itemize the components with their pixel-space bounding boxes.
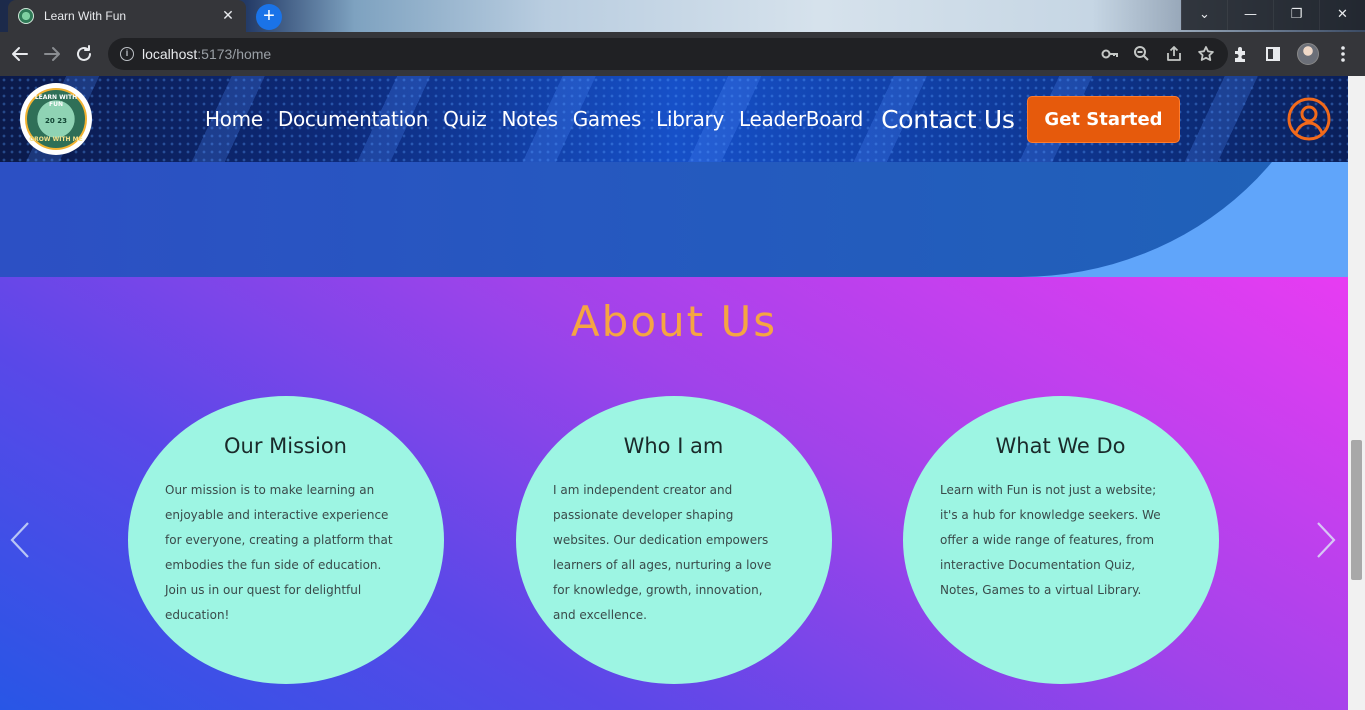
site-logo[interactable]: LEARN WITH FUN 20 23 GROW WITH ME <box>20 83 92 155</box>
hero-section-bottom <box>0 162 1348 277</box>
back-icon[interactable] <box>4 38 36 70</box>
nav-library[interactable]: Library <box>656 107 724 131</box>
browser-tab-strip: Learn With Fun ✕ + ⌄ — ❐ ✕ <box>0 0 1365 32</box>
card-text: Learn with Fun is not just a website; it… <box>940 483 1161 597</box>
page-viewport: LEARN WITH FUN 20 23 GROW WITH ME Home D… <box>0 76 1348 710</box>
extensions-icon[interactable] <box>1225 38 1257 70</box>
get-started-button[interactable]: Get Started <box>1027 96 1180 143</box>
logo-badge: LEARN WITH FUN 20 23 GROW WITH ME <box>25 88 87 150</box>
card-title: Our Mission <box>224 434 347 458</box>
nav-leaderboard[interactable]: LeaderBoard <box>739 107 863 131</box>
carousel-next-arrow-icon[interactable] <box>1314 520 1338 560</box>
address-bar[interactable]: i localhost:5173/home <box>108 38 1228 70</box>
browser-toolbar: i localhost:5173/home <box>0 32 1365 76</box>
about-title: About Us <box>570 297 778 346</box>
card-text: I am independent creator and passionate … <box>553 483 772 622</box>
logo-bottom-text: GROW WITH ME <box>29 136 83 143</box>
close-tab-icon[interactable]: ✕ <box>220 8 236 24</box>
nav-notes[interactable]: Notes <box>501 107 558 131</box>
key-icon[interactable] <box>1094 38 1126 70</box>
bookmark-star-icon[interactable] <box>1190 38 1222 70</box>
hero-curve <box>0 162 1340 277</box>
nav-games[interactable]: Games <box>573 107 642 131</box>
logo-year: 20 23 <box>45 117 67 125</box>
site-info-icon[interactable]: i <box>120 47 134 61</box>
tab-search-button[interactable]: ⌄ <box>1181 0 1227 30</box>
minimize-button[interactable]: — <box>1227 0 1273 30</box>
nav-home[interactable]: Home <box>205 107 263 131</box>
about-card-what: What We Do Learn with Fun is not just a … <box>903 396 1219 684</box>
logo-top-text: LEARN WITH FUN <box>34 94 78 108</box>
site-navbar: LEARN WITH FUN 20 23 GROW WITH ME Home D… <box>0 76 1348 162</box>
reload-icon[interactable] <box>68 38 100 70</box>
scrollbar-thumb[interactable] <box>1351 440 1362 580</box>
page-scrollbar[interactable] <box>1348 76 1365 710</box>
nav-quiz[interactable]: Quiz <box>443 107 487 131</box>
menu-icon[interactable] <box>1327 38 1359 70</box>
new-tab-button[interactable]: + <box>256 4 282 30</box>
site-favicon-icon <box>18 8 34 24</box>
about-card-who: Who I am I am independent creator and pa… <box>516 396 832 684</box>
browser-tab[interactable]: Learn With Fun ✕ <box>8 0 246 32</box>
url-host: localhost <box>142 46 198 62</box>
zoom-icon[interactable] <box>1126 38 1158 70</box>
main-nav: Home Documentation Quiz Notes Games Libr… <box>205 76 1030 162</box>
share-icon[interactable] <box>1158 38 1190 70</box>
close-window-button[interactable]: ✕ <box>1319 0 1365 30</box>
about-section: About Us Our Mission Our mission is to m… <box>0 277 1348 710</box>
forward-icon[interactable] <box>36 38 68 70</box>
card-title: What We Do <box>995 434 1126 458</box>
carousel-prev-arrow-icon[interactable] <box>8 520 32 560</box>
window-controls: ⌄ — ❐ ✕ <box>1181 0 1365 32</box>
tab-title: Learn With Fun <box>44 9 127 23</box>
restore-button[interactable]: ❐ <box>1273 0 1319 30</box>
nav-documentation[interactable]: Documentation <box>278 107 429 131</box>
about-card-mission: Our Mission Our mission is to make learn… <box>128 396 444 684</box>
nav-contact-us[interactable]: Contact Us <box>881 105 1015 134</box>
url-path: :5173/home <box>197 46 272 62</box>
side-panel-icon[interactable] <box>1257 38 1289 70</box>
card-title: Who I am <box>623 434 724 458</box>
card-text: Our mission is to make learning an enjoy… <box>165 483 393 622</box>
profile-avatar[interactable] <box>1297 43 1319 65</box>
user-profile-icon[interactable] <box>1287 97 1331 141</box>
